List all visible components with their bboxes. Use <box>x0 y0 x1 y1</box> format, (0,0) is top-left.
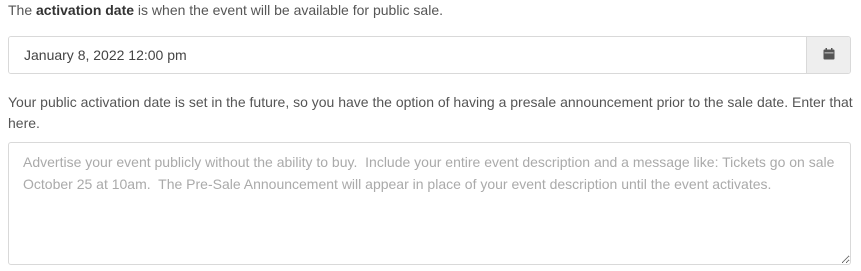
intro-suffix: is when the event will be available for … <box>134 2 443 18</box>
calendar-button[interactable] <box>806 37 850 73</box>
presale-note: Your public activation date is set in th… <box>8 94 853 131</box>
activation-date-intro: The activation date is when the event wi… <box>8 1 443 19</box>
activation-date-input[interactable] <box>9 37 806 73</box>
intro-prefix: The <box>8 2 37 18</box>
intro-bold-term: activation date <box>36 2 135 18</box>
calendar-icon <box>823 47 835 63</box>
presale-announcement-textarea[interactable] <box>8 142 851 265</box>
activation-date-field <box>8 36 851 74</box>
